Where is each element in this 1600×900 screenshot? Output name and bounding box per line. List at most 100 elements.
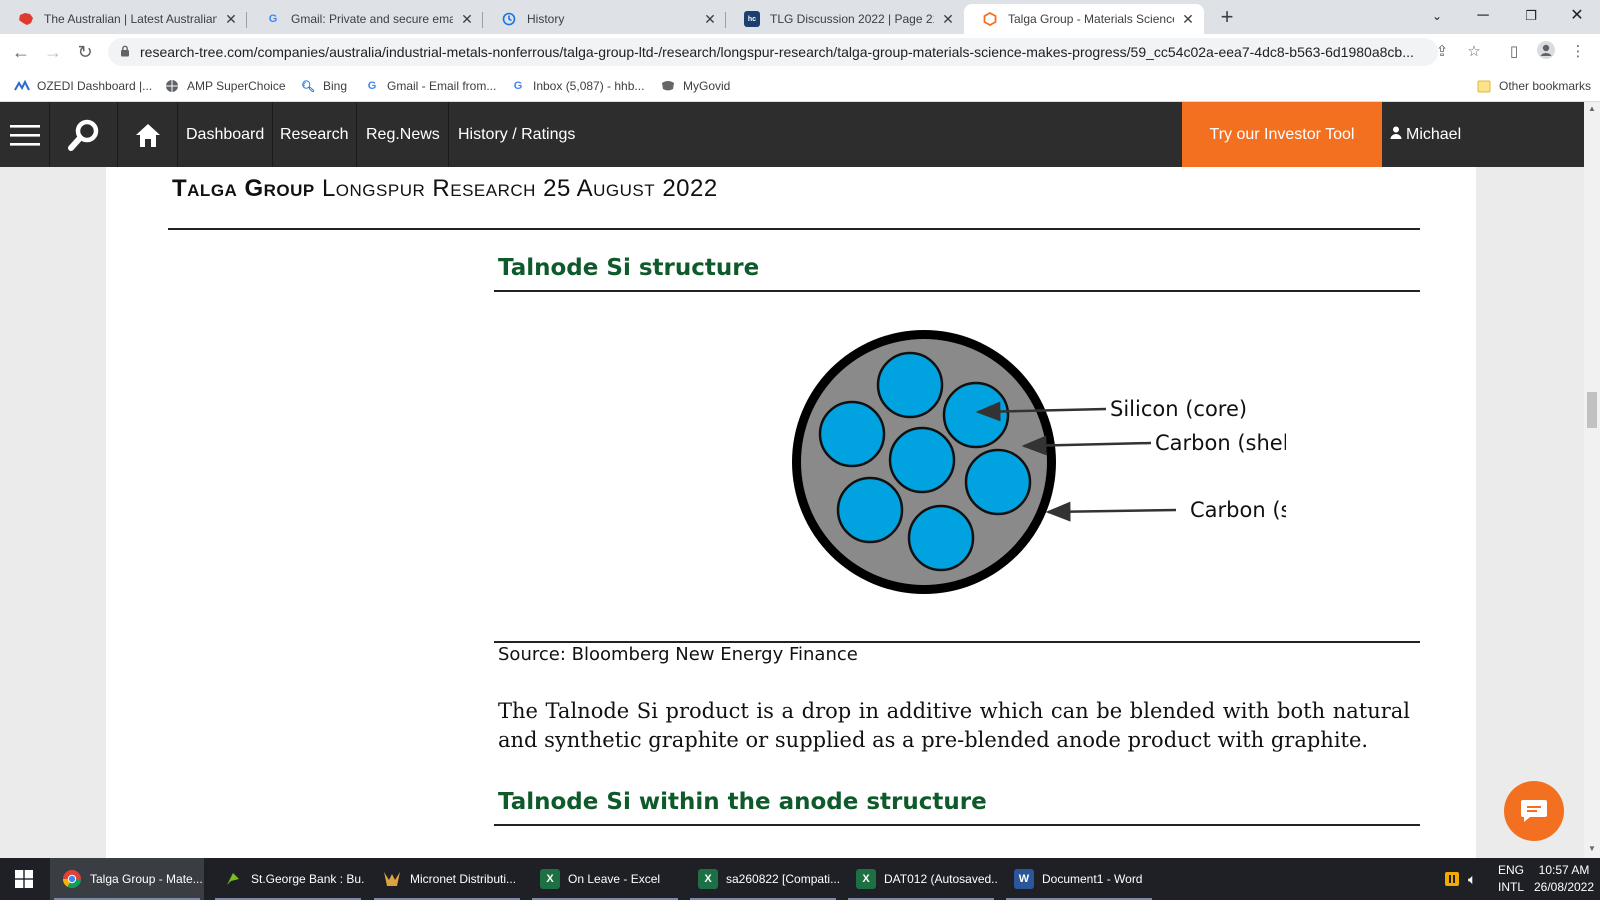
taskbar-item-excel[interactable]: X sa260822 [Compati... xyxy=(686,858,840,900)
kebab-menu-icon[interactable]: ⋮ xyxy=(1566,40,1590,64)
ozedi-icon xyxy=(14,79,30,93)
taskbar-item-chrome[interactable]: Talga Group - Mate... xyxy=(50,858,204,900)
taskbar-item-stgeorge[interactable]: St.George Bank : Bu... xyxy=(211,858,365,900)
silicon-particle xyxy=(942,381,1010,449)
title-divider xyxy=(168,228,1420,230)
browser-tab-strip: The Australian | Latest Australian ✕ G G… xyxy=(0,0,1600,34)
user-icon xyxy=(1390,126,1402,144)
tab-history[interactable]: History ✕ xyxy=(483,4,726,34)
australian-news-icon xyxy=(18,11,34,27)
google-icon: G xyxy=(367,80,377,92)
start-button[interactable] xyxy=(0,858,48,900)
investor-tool-button[interactable]: Try our Investor Tool xyxy=(1182,102,1382,167)
stgeorge-icon xyxy=(223,869,243,889)
section-divider xyxy=(494,290,1420,292)
word-icon: W xyxy=(1014,869,1034,889)
chat-icon xyxy=(1521,800,1547,822)
taskbar-item-excel[interactable]: X DAT012 (Autosaved... xyxy=(844,858,998,900)
forward-button[interactable]: → xyxy=(40,40,66,64)
volume-icon[interactable]: 🔈︎ xyxy=(1468,858,1476,900)
silicon-particle xyxy=(888,426,956,494)
profile-avatar-icon[interactable] xyxy=(1534,40,1558,64)
close-icon[interactable]: ✕ xyxy=(1180,11,1196,28)
tab-talga-group[interactable]: Talga Group - Materials Science I ✕ xyxy=(964,4,1204,34)
lock-icon xyxy=(120,45,130,60)
google-icon: G xyxy=(513,80,523,92)
section-heading: Talnode Si within the anode structure xyxy=(498,789,987,815)
excel-icon: X xyxy=(540,869,560,889)
side-panel-icon[interactable]: ▯ xyxy=(1502,40,1526,64)
close-icon[interactable]: ✕ xyxy=(702,11,718,28)
tab-gmail[interactable]: G Gmail: Private and secure email a ✕ xyxy=(247,4,483,34)
new-tab-button[interactable]: + xyxy=(1214,6,1240,30)
system-clock[interactable]: 10:57 AM 26/08/2022 xyxy=(1532,862,1596,896)
excel-icon: X xyxy=(698,869,718,889)
bookmarks-bar: OZEDI Dashboard |... AMP SuperChoice 🔍︎ … xyxy=(0,70,1600,102)
tray-app-icon[interactable] xyxy=(1444,858,1460,900)
excel-icon: X xyxy=(856,869,876,889)
body-paragraph: The Talnode Si product is a drop in addi… xyxy=(498,699,1410,752)
scroll-up-arrow[interactable]: ▲ xyxy=(1587,104,1597,114)
source-divider xyxy=(494,641,1420,643)
scrollbar-thumb[interactable] xyxy=(1587,392,1597,428)
section-divider xyxy=(494,824,1420,826)
other-bookmarks[interactable]: Other bookmarks xyxy=(1476,76,1591,96)
nav-research[interactable]: Research xyxy=(272,102,358,167)
back-button[interactable]: ← xyxy=(8,40,34,64)
globe-icon xyxy=(164,79,180,93)
tab-the-australian[interactable]: The Australian | Latest Australian ✕ xyxy=(0,4,247,34)
close-icon[interactable]: ✕ xyxy=(223,11,239,28)
bookmark-item[interactable]: G Gmail - Email from... xyxy=(364,76,497,96)
section-heading: Talnode Si structure xyxy=(498,255,760,281)
share-icon[interactable]: ⇪ xyxy=(1430,40,1454,64)
hamburger-menu-icon[interactable] xyxy=(0,102,50,167)
silicon-particle xyxy=(907,504,975,572)
nav-reg-news[interactable]: Reg.News xyxy=(358,102,449,167)
folder-icon xyxy=(1476,79,1492,93)
url-text: research-tree.com/companies/australia/in… xyxy=(140,44,1414,60)
tab-tlg-discussion[interactable]: hc TLG Discussion 2022 | Page 21 | T ✕ xyxy=(726,4,964,34)
nav-history-ratings[interactable]: History / Ratings xyxy=(450,102,583,167)
bookmark-item[interactable]: G Inbox (5,087) - hhb... xyxy=(510,76,645,96)
page-scrollbar[interactable]: ▲ ▼ xyxy=(1584,102,1600,858)
government-crest-icon xyxy=(660,79,676,93)
site-search-icon[interactable] xyxy=(50,102,118,167)
windows-logo-icon xyxy=(15,870,33,888)
google-icon: G xyxy=(268,13,278,25)
taskbar-item-excel[interactable]: X On Leave - Excel xyxy=(528,858,682,900)
taskbar-item-micronet[interactable]: Micronet Distributi... xyxy=(370,858,524,900)
user-menu[interactable]: Michael xyxy=(1390,102,1461,167)
close-icon[interactable]: ✕ xyxy=(940,11,956,28)
bookmark-item[interactable]: AMP SuperChoice xyxy=(164,76,286,96)
tab-search-button[interactable]: ⌄ xyxy=(1414,0,1460,34)
page-viewport: Talga Group Longspur Research 25 August … xyxy=(0,167,1584,858)
research-tree-icon xyxy=(982,11,998,27)
reload-button[interactable]: ↻ xyxy=(72,40,98,64)
bookmark-item[interactable]: MyGovid xyxy=(660,76,730,96)
window-close-button[interactable]: ✕ xyxy=(1554,0,1600,34)
carbon-shell-label: Carbon (shell) xyxy=(1190,498,1286,522)
windows-taskbar: Talga Group - Mate... St.George Bank : B… xyxy=(0,858,1600,900)
nav-dashboard[interactable]: Dashboard xyxy=(178,102,274,167)
document-title: Talga Group Longspur Research 25 August … xyxy=(172,175,718,202)
bookmark-item[interactable]: 🔍︎ Bing xyxy=(300,76,347,96)
input-language[interactable]: ENG INTL xyxy=(1494,858,1528,900)
silicon-particle xyxy=(964,448,1032,516)
chat-button[interactable] xyxy=(1504,781,1564,841)
address-bar[interactable]: research-tree.com/companies/australia/in… xyxy=(108,38,1438,66)
scroll-down-arrow[interactable]: ▼ xyxy=(1587,844,1597,854)
browser-toolbar: ← → ↻ research-tree.com/companies/austra… xyxy=(0,34,1600,70)
outer-shell-pointer-arrow xyxy=(1045,501,1177,522)
bookmark-item[interactable]: OZEDI Dashboard |... xyxy=(14,76,152,96)
carbon-shell-label: Carbon (shell) xyxy=(1155,431,1286,455)
minimize-button[interactable]: ─ xyxy=(1460,0,1506,34)
home-icon[interactable] xyxy=(118,102,178,167)
document-page: Talga Group Longspur Research 25 August … xyxy=(106,167,1476,858)
site-navigation-bar: Dashboard Research Reg.News History / Ra… xyxy=(0,102,1584,167)
bookmark-star-icon[interactable]: ☆ xyxy=(1462,40,1486,64)
restore-button[interactable]: ❐ xyxy=(1508,0,1554,34)
talnode-si-structure-diagram: Silicon (core) Carbon (shell) Carbon (sh… xyxy=(792,330,1286,594)
silicon-particle xyxy=(836,476,904,544)
taskbar-item-word[interactable]: W Document1 - Word xyxy=(1002,858,1156,900)
close-icon[interactable]: ✕ xyxy=(459,11,475,28)
